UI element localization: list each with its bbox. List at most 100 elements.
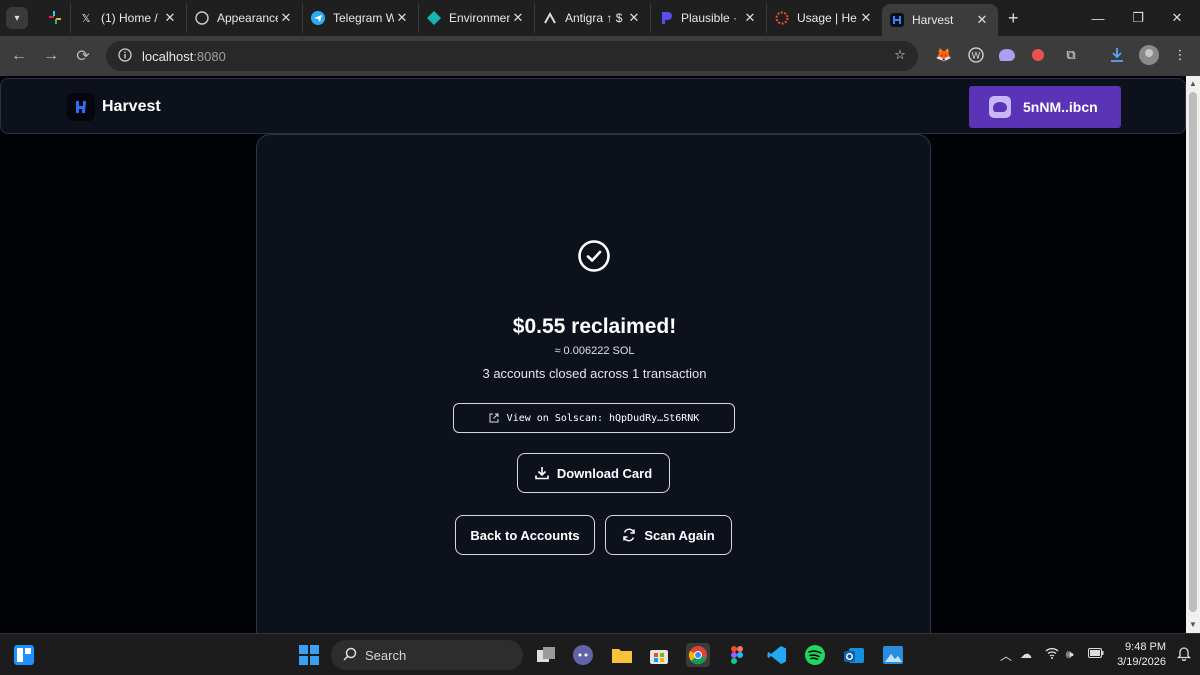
- scroll-up-arrow-icon[interactable]: ▲: [1189, 79, 1197, 88]
- search-placeholder: Search: [365, 647, 407, 663]
- bookmark-star-icon[interactable]: ☆: [889, 44, 911, 66]
- photos-app-icon[interactable]: [881, 643, 905, 667]
- browser-tab-active[interactable]: Harvest ✕: [882, 4, 998, 36]
- notifications-bell-icon[interactable]: [1176, 645, 1192, 664]
- taskbar-clock[interactable]: 9:48 PM 3/19/2026: [1108, 640, 1166, 670]
- volume-icon[interactable]: 🕪: [1066, 647, 1074, 662]
- download-icon: [535, 467, 549, 480]
- onedrive-icon[interactable]: ☁: [1020, 647, 1032, 661]
- brand-name[interactable]: Harvest: [102, 98, 161, 116]
- x-logo-icon: 𝕏: [81, 12, 91, 25]
- chrome-icon[interactable]: [686, 643, 710, 667]
- wallet-address-label: 5nNM..ibcn: [1023, 99, 1098, 115]
- reclaimed-amount: $0.55 reclaimed!: [512, 315, 677, 338]
- start-windows-icon[interactable]: [297, 643, 321, 667]
- close-tab-icon[interactable]: ✕: [626, 10, 642, 26]
- close-tab-icon[interactable]: ✕: [162, 10, 178, 26]
- search-icon: [343, 647, 357, 664]
- extensions-puzzle-icon[interactable]: ⧉: [1060, 44, 1082, 66]
- back-to-accounts-label: Back to Accounts: [470, 527, 580, 543]
- phantom-wallet-icon: [989, 96, 1011, 118]
- back-to-accounts-button[interactable]: Back to Accounts: [455, 515, 595, 555]
- back-arrow-icon[interactable]: ←: [3, 40, 35, 72]
- widgets-icon[interactable]: [12, 643, 36, 667]
- vscode-icon[interactable]: [765, 643, 789, 667]
- harvest-logo-icon[interactable]: [67, 93, 95, 121]
- browser-tab[interactable]: Usage | He ✕: [766, 3, 882, 33]
- scan-again-button[interactable]: Scan Again: [605, 515, 732, 555]
- refresh-icon: [623, 528, 636, 542]
- clock-date: 3/19/2026: [1117, 656, 1166, 668]
- profile-avatar[interactable]: [1138, 44, 1160, 66]
- taskbar-search[interactable]: Search: [331, 640, 523, 670]
- view-on-solscan-link[interactable]: View on Solscan: hQpDudRy…St6RNK: [453, 403, 735, 433]
- helius-icon: [775, 11, 789, 25]
- browser-tab[interactable]: Environmen ✕: [418, 3, 534, 33]
- teams-chat-icon[interactable]: [571, 643, 595, 667]
- github-icon: [195, 11, 209, 25]
- url-port: :8080: [193, 48, 226, 64]
- scroll-down-arrow-icon[interactable]: ▼: [1189, 620, 1197, 629]
- browser-tab[interactable]: Appearance ✕: [186, 3, 302, 33]
- microsoft-store-icon[interactable]: [647, 643, 671, 667]
- antigravity-icon: [543, 11, 557, 25]
- external-link-icon: [489, 413, 499, 423]
- page-viewport: Harvest 5nNM..ibcn $0.55 reclaimed! ≈ 0.…: [0, 76, 1186, 633]
- close-tab-icon[interactable]: ✕: [742, 10, 758, 26]
- plausible-icon: [659, 11, 673, 25]
- close-tab-icon[interactable]: ✕: [858, 10, 874, 26]
- close-tab-icon[interactable]: ✕: [510, 10, 526, 26]
- browser-tab[interactable]: Antigra ↑ $ ✕: [534, 3, 650, 33]
- wappalyzer-extension-icon[interactable]: W: [965, 44, 987, 66]
- browser-toolbar: ← → ⟳ localhost:8080: [0, 36, 1200, 76]
- telegram-icon: [311, 11, 325, 25]
- url-host: localhost: [142, 48, 194, 64]
- browser-tab[interactable]: 𝕏 (1) Home / ✕: [70, 3, 186, 33]
- close-window-icon[interactable]: ✕: [1154, 0, 1200, 36]
- file-explorer-icon[interactable]: [610, 643, 634, 667]
- svg-text:W: W: [972, 52, 981, 62]
- downloads-icon[interactable]: [1106, 44, 1128, 66]
- scrollbar-thumb[interactable]: [1189, 92, 1197, 612]
- tab-search-chevron-icon[interactable]: ▾: [6, 7, 28, 29]
- result-card: $0.55 reclaimed! ≈ 0.006222 SOL 3 accoun…: [256, 134, 931, 633]
- metamask-extension-icon[interactable]: 🦊: [933, 44, 955, 66]
- download-card-label: Download Card: [556, 465, 653, 481]
- download-card-button[interactable]: Download Card: [517, 453, 670, 493]
- phantom-extension-icon[interactable]: [996, 44, 1018, 66]
- task-view-icon[interactable]: [534, 643, 558, 667]
- wallet-button[interactable]: 5nNM..ibcn: [969, 86, 1121, 128]
- accounts-closed-summary: 3 accounts closed across 1 transaction: [482, 366, 707, 381]
- success-check-circle-icon: [578, 240, 610, 272]
- slack-pinned-tab[interactable]: [40, 3, 70, 33]
- address-bar[interactable]: localhost:8080: [106, 41, 918, 71]
- solscan-label: View on Solscan: hQpDudRy…St6RNK: [506, 412, 700, 424]
- browser-menu-icon[interactable]: ⋮: [1169, 44, 1191, 66]
- windows-taskbar: Search ︿ ☁ 🕪 9:48 PM 3/19/2026: [0, 633, 1200, 675]
- diamond-icon: [427, 11, 441, 25]
- show-hidden-icons-chevron-icon[interactable]: ︿: [1000, 647, 1012, 664]
- forward-arrow-icon[interactable]: →: [35, 40, 67, 72]
- wifi-icon[interactable]: [1045, 647, 1059, 662]
- browser-tab[interactable]: Telegram W ✕: [302, 3, 418, 33]
- reload-icon[interactable]: ⟳: [67, 40, 99, 72]
- browser-tab[interactable]: Plausible · ✕: [650, 3, 766, 33]
- close-tab-icon[interactable]: ✕: [278, 10, 294, 26]
- outlook-icon[interactable]: [842, 643, 866, 667]
- rabby-extension-icon[interactable]: [1027, 44, 1049, 66]
- app-header: Harvest 5nNM..ibcn: [0, 78, 1186, 134]
- spotify-icon[interactable]: [803, 643, 827, 667]
- browser-tab-strip: ▾ 𝕏 (1) Home / ✕ Appearance ✕ Telegram W…: [0, 0, 1200, 36]
- close-tab-icon[interactable]: ✕: [394, 10, 410, 26]
- figma-icon[interactable]: [725, 643, 749, 667]
- new-tab-plus-icon[interactable]: +: [1008, 8, 1019, 29]
- site-info-icon[interactable]: [118, 47, 132, 65]
- clock-time: 9:48 PM: [1125, 641, 1166, 653]
- sol-amount: ≈ 0.006222 SOL: [554, 345, 635, 357]
- close-tab-icon[interactable]: ✕: [974, 12, 990, 28]
- battery-icon[interactable]: [1088, 647, 1104, 661]
- scan-again-label: Scan Again: [644, 527, 715, 543]
- page-scrollbar[interactable]: ▲ ▼: [1186, 76, 1200, 633]
- harvest-icon: [890, 13, 904, 27]
- slack-icon: [49, 11, 61, 24]
